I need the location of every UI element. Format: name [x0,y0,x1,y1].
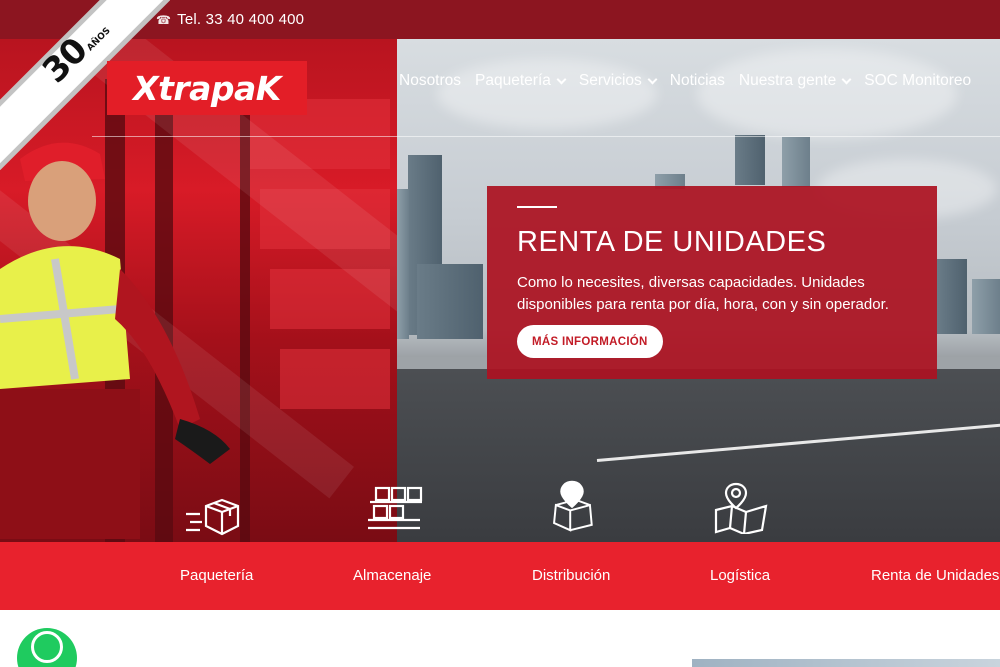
nav-label: Noticias [669,72,725,89]
hero-card: RENTA DE UNIDADES Como lo necesites, div… [487,186,937,379]
nav-item-soc-monitoreo[interactable]: SOC Monitoreo [857,72,978,90]
site-logo[interactable]: XtrapaK [107,61,307,115]
phone-contact[interactable]: ☎ Tel. 33 40 400 400 [156,11,304,28]
services-band: Paquetería Almacenaje Distribución Logís… [0,542,1000,610]
nav-label: SOC Monitoreo [864,72,972,89]
hero-title: RENTA DE UNIDADES [517,226,827,258]
service-link-paqueteria[interactable]: Paquetería [180,567,253,584]
logo-text: XtrapaK [133,68,281,108]
nav-divider [92,136,1000,137]
nav-item-servicios[interactable]: Servicios [572,72,663,90]
main-nav: Nosotros Paquetería Servicios Noticias N… [399,72,978,90]
worker-image [0,142,230,539]
nav-item-nosotros[interactable]: Nosotros [399,72,468,90]
logistics-map-icon[interactable] [712,482,772,536]
bottom-section-image [692,659,1000,667]
distribution-location-icon[interactable] [542,480,602,532]
nav-label: Paquetería [475,72,551,89]
nav-item-noticias[interactable]: Noticias [663,72,732,90]
warehouse-boxes-icon[interactable] [364,484,424,536]
nav-label: Nuestra gente [738,72,837,89]
phone-number: Tel. 33 40 400 400 [177,11,305,28]
nav-item-nuestra-gente[interactable]: Nuestra gente [732,72,857,90]
service-link-renta-unidades[interactable]: Renta de Unidades [871,567,999,584]
service-link-logistica[interactable]: Logística [710,567,770,584]
service-link-distribucion[interactable]: Distribución [532,567,610,584]
hero-description: Como lo necesites, diversas capacidades.… [517,274,889,313]
chevron-down-icon [647,74,658,84]
whatsapp-button[interactable] [17,628,77,667]
chevron-down-icon [841,74,852,84]
chevron-down-icon [556,74,567,84]
service-link-almacenaje[interactable]: Almacenaje [353,567,431,584]
nav-label: Servicios [578,72,642,89]
nav-label: Nosotros [399,72,462,89]
package-delivery-icon[interactable] [184,492,244,544]
more-info-button[interactable]: MÁS INFORMACIÓN [517,325,663,358]
hero-accent-line [517,206,557,208]
whatsapp-icon [31,631,63,663]
nav-item-paqueteria[interactable]: Paquetería [468,72,572,90]
